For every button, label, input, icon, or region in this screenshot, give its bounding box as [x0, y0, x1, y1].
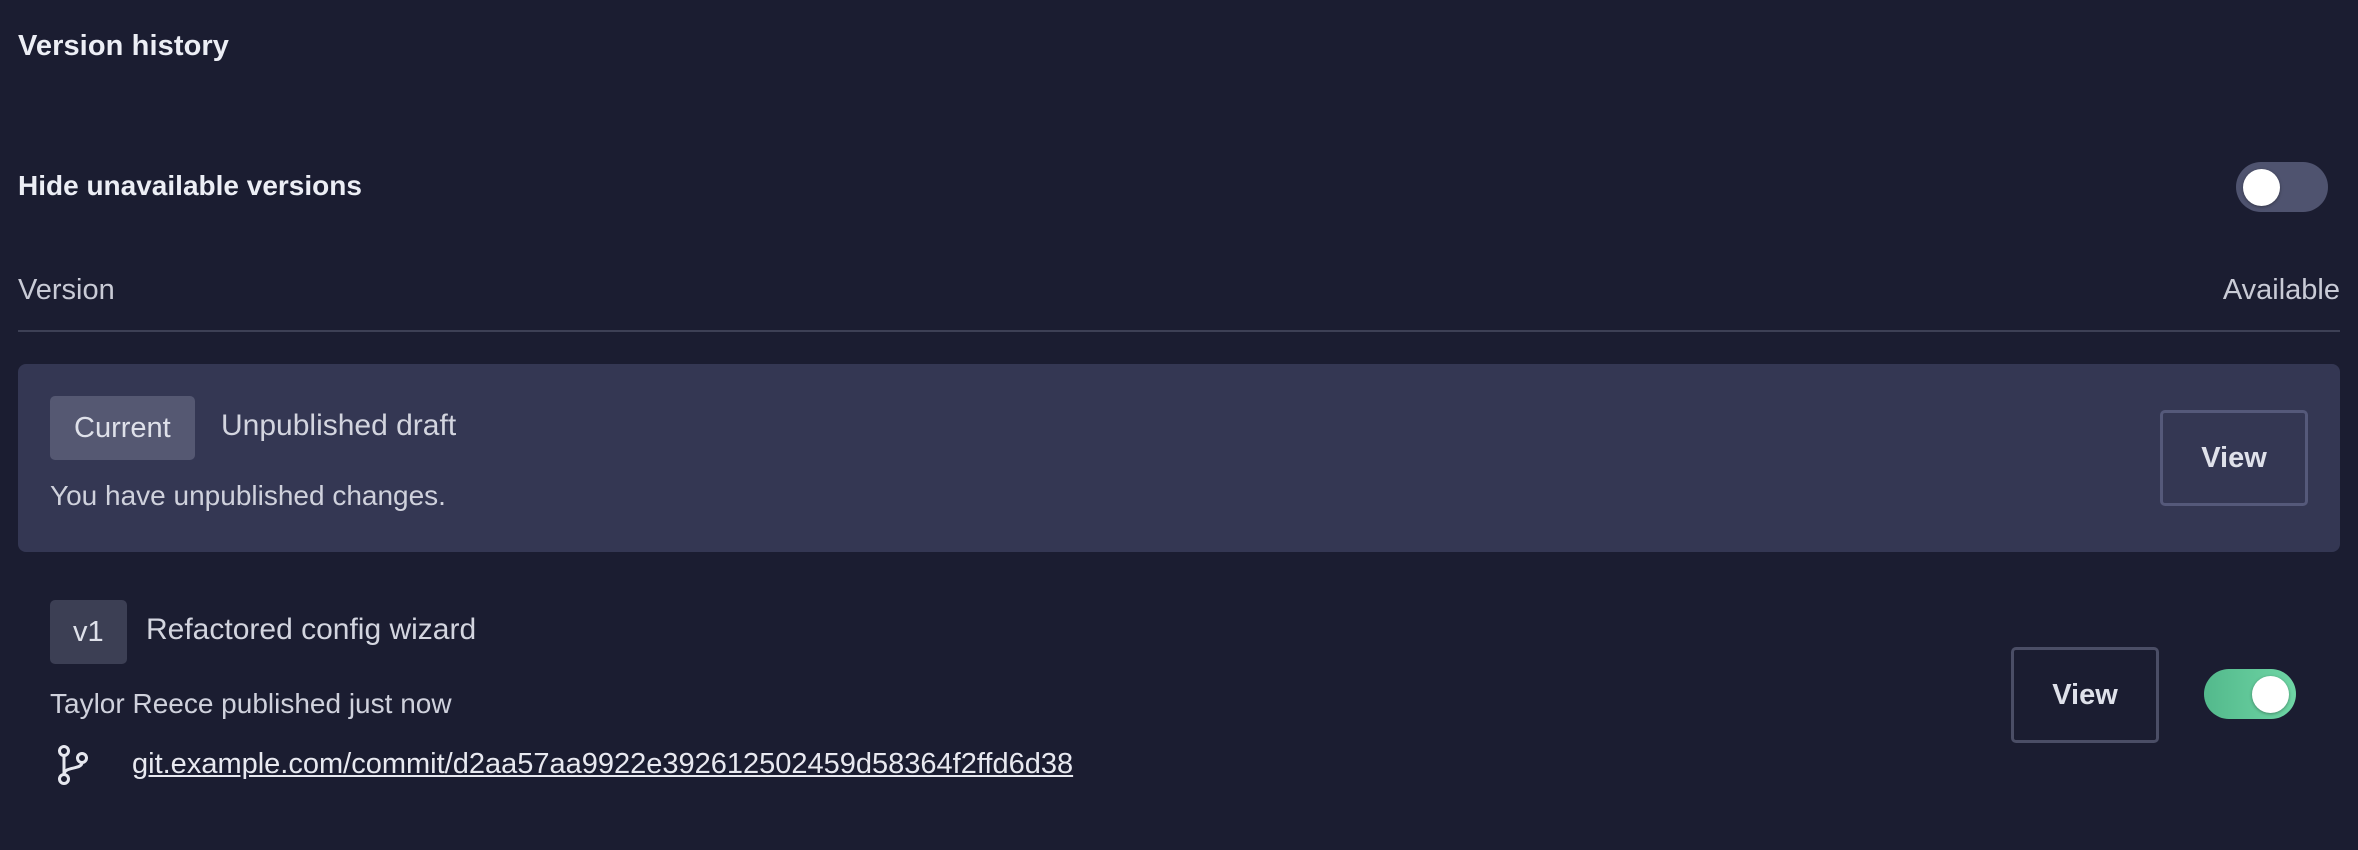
version-badge: Current [50, 396, 195, 460]
version-title: Refactored config wizard [146, 613, 477, 646]
hide-unavailable-toggle[interactable] [2236, 162, 2328, 212]
version-row-current: Current Unpublished draft You have unpub… [18, 364, 2340, 552]
view-current-button[interactable]: View [2160, 410, 2308, 506]
column-header-available: Available [2222, 274, 2340, 306]
view-v1-button[interactable]: View [2011, 647, 2159, 743]
git-branch-icon [58, 745, 88, 785]
panel-title: Version history [18, 30, 230, 62]
toggle-knob [2252, 676, 2289, 713]
version-table-header: Version Available [18, 268, 2340, 332]
available-toggle-v1[interactable] [2204, 669, 2296, 719]
version-publisher: Taylor Reece published just now [50, 688, 452, 719]
version-title: Unpublished draft [221, 409, 457, 442]
hide-unavailable-label: Hide unavailable versions [18, 170, 362, 201]
version-row-v1: v1 Refactored config wizard Taylor Reece… [18, 590, 2340, 820]
commit-link[interactable]: git.example.com/commit/d2aa57aa9922e3926… [132, 748, 1073, 781]
column-header-version: Version [18, 274, 115, 306]
toggle-knob [2243, 169, 2280, 206]
version-description: You have unpublished changes. [50, 480, 446, 511]
version-history-panel: Version history Hide unavailable version… [0, 0, 2358, 850]
version-badge: v1 [50, 600, 127, 664]
hide-unavailable-row: Hide unavailable versions [18, 158, 2340, 216]
